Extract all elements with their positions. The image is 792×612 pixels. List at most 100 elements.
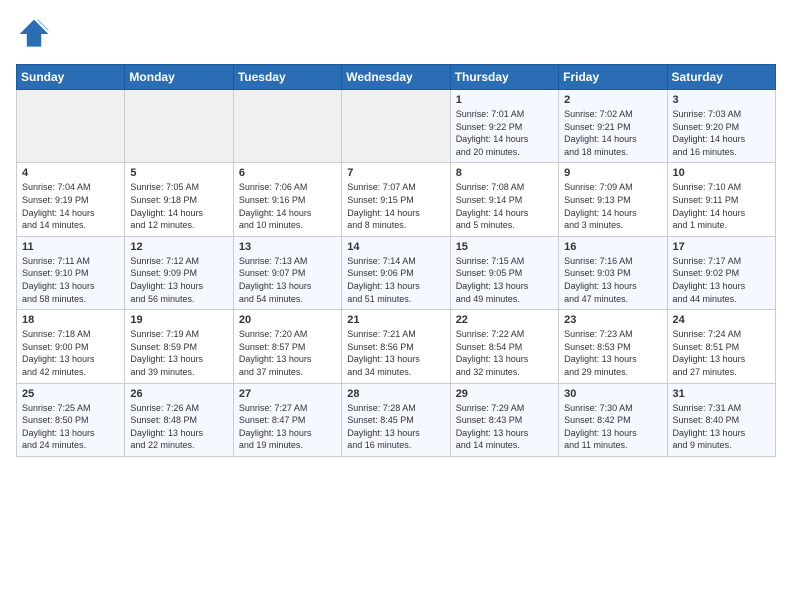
day-number: 16 [564, 241, 661, 253]
day-info: Sunrise: 7:22 AM Sunset: 8:54 PM Dayligh… [456, 328, 553, 378]
calendar-week-5: 25 Sunrise: 7:25 AM Sunset: 8:50 PM Dayli… [17, 383, 776, 456]
day-number: 7 [347, 167, 444, 179]
day-number: 9 [564, 167, 661, 179]
calendar-day: 5 Sunrise: 7:05 AM Sunset: 9:18 PM Daylig… [125, 163, 233, 236]
calendar-day [342, 90, 450, 163]
day-number: 19 [130, 314, 227, 326]
day-number: 13 [239, 241, 336, 253]
calendar-day: 2Sunrise: 7:02 AM Sunset: 9:21 PM Daylig… [559, 90, 667, 163]
calendar-day: 3 Sunrise: 7:03 AM Sunset: 9:20 PM Daylig… [667, 90, 775, 163]
day-number: 6 [239, 167, 336, 179]
calendar-day: 15Sunrise: 7:15 AM Sunset: 9:05 PM Dayli… [450, 236, 558, 309]
day-number: 1 [456, 94, 553, 106]
calendar-week-1: 1 Sunrise: 7:01 AM Sunset: 9:22 PM Daylig… [17, 90, 776, 163]
calendar-day: 30 Sunrise: 7:30 AM Sunset: 8:42 PM Dayli… [559, 383, 667, 456]
calendar-header-row: SundayMondayTuesdayWednesdayThursdayFrid… [17, 65, 776, 90]
page-header [16, 16, 776, 52]
day-info: Sunrise: 7:03 AM Sunset: 9:20 PM Dayligh… [673, 108, 770, 158]
calendar-day: 8 Sunrise: 7:08 AM Sunset: 9:14 PM Daylig… [450, 163, 558, 236]
logo [16, 16, 56, 52]
calendar-day: 4 Sunrise: 7:04 AM Sunset: 9:19 PM Daylig… [17, 163, 125, 236]
day-number: 24 [673, 314, 770, 326]
day-info: Sunrise: 7:07 AM Sunset: 9:15 PM Dayligh… [347, 181, 444, 231]
day-number: 4 [22, 167, 119, 179]
day-info: Sunrise: 7:27 AM Sunset: 8:47 PM Dayligh… [239, 402, 336, 452]
calendar-day: 14 Sunrise: 7:14 AM Sunset: 9:06 PM Dayli… [342, 236, 450, 309]
calendar-day: 28 Sunrise: 7:28 AM Sunset: 8:45 PM Dayli… [342, 383, 450, 456]
calendar-day: 23 Sunrise: 7:23 AM Sunset: 8:53 PM Dayli… [559, 310, 667, 383]
day-info: Sunrise: 7:05 AM Sunset: 9:18 PM Dayligh… [130, 181, 227, 231]
day-info: Sunrise: 7:19 AM Sunset: 8:59 PM Dayligh… [130, 328, 227, 378]
calendar-week-4: 18 Sunrise: 7:18 AM Sunset: 9:00 PM Dayli… [17, 310, 776, 383]
calendar-table: SundayMondayTuesdayWednesdayThursdayFrid… [16, 64, 776, 457]
day-number: 18 [22, 314, 119, 326]
day-info: Sunrise: 7:31 AM Sunset: 8:40 PM Dayligh… [673, 402, 770, 452]
day-header-sunday: Sunday [17, 65, 125, 90]
day-number: 8 [456, 167, 553, 179]
day-info: Sunrise: 7:14 AM Sunset: 9:06 PM Dayligh… [347, 255, 444, 305]
calendar-day: 26 Sunrise: 7:26 AM Sunset: 8:48 PM Dayli… [125, 383, 233, 456]
calendar-day: 17Sunrise: 7:17 AM Sunset: 9:02 PM Dayli… [667, 236, 775, 309]
calendar-week-3: 11Sunrise: 7:11 AM Sunset: 9:10 PM Dayli… [17, 236, 776, 309]
day-info: Sunrise: 7:26 AM Sunset: 8:48 PM Dayligh… [130, 402, 227, 452]
day-number: 17 [673, 241, 770, 253]
day-number: 23 [564, 314, 661, 326]
day-info: Sunrise: 7:16 AM Sunset: 9:03 PM Dayligh… [564, 255, 661, 305]
calendar-day: 21 Sunrise: 7:21 AM Sunset: 8:56 PM Dayli… [342, 310, 450, 383]
day-info: Sunrise: 7:24 AM Sunset: 8:51 PM Dayligh… [673, 328, 770, 378]
day-info: Sunrise: 7:09 AM Sunset: 9:13 PM Dayligh… [564, 181, 661, 231]
day-number: 14 [347, 241, 444, 253]
day-info: Sunrise: 7:06 AM Sunset: 9:16 PM Dayligh… [239, 181, 336, 231]
day-info: Sunrise: 7:29 AM Sunset: 8:43 PM Dayligh… [456, 402, 553, 452]
calendar-day: 13 Sunrise: 7:13 AM Sunset: 9:07 PM Dayli… [233, 236, 341, 309]
day-number: 10 [673, 167, 770, 179]
calendar-day [125, 90, 233, 163]
day-number: 21 [347, 314, 444, 326]
day-header-thursday: Thursday [450, 65, 558, 90]
day-number: 15 [456, 241, 553, 253]
day-number: 5 [130, 167, 227, 179]
day-info: Sunrise: 7:08 AM Sunset: 9:14 PM Dayligh… [456, 181, 553, 231]
calendar-day: 20 Sunrise: 7:20 AM Sunset: 8:57 PM Dayli… [233, 310, 341, 383]
calendar-day: 25 Sunrise: 7:25 AM Sunset: 8:50 PM Dayli… [17, 383, 125, 456]
calendar-day: 18 Sunrise: 7:18 AM Sunset: 9:00 PM Dayli… [17, 310, 125, 383]
day-number: 25 [22, 388, 119, 400]
day-info: Sunrise: 7:01 AM Sunset: 9:22 PM Dayligh… [456, 108, 553, 158]
day-header-wednesday: Wednesday [342, 65, 450, 90]
day-info: Sunrise: 7:11 AM Sunset: 9:10 PM Dayligh… [22, 255, 119, 305]
day-info: Sunrise: 7:21 AM Sunset: 8:56 PM Dayligh… [347, 328, 444, 378]
day-header-tuesday: Tuesday [233, 65, 341, 90]
calendar-day: 16 Sunrise: 7:16 AM Sunset: 9:03 PM Dayli… [559, 236, 667, 309]
day-info: Sunrise: 7:25 AM Sunset: 8:50 PM Dayligh… [22, 402, 119, 452]
calendar-day: 6 Sunrise: 7:06 AM Sunset: 9:16 PM Daylig… [233, 163, 341, 236]
calendar-day: 9 Sunrise: 7:09 AM Sunset: 9:13 PM Daylig… [559, 163, 667, 236]
calendar-day: 1 Sunrise: 7:01 AM Sunset: 9:22 PM Daylig… [450, 90, 558, 163]
calendar-day: 19 Sunrise: 7:19 AM Sunset: 8:59 PM Dayli… [125, 310, 233, 383]
day-info: Sunrise: 7:18 AM Sunset: 9:00 PM Dayligh… [22, 328, 119, 378]
day-info: Sunrise: 7:28 AM Sunset: 8:45 PM Dayligh… [347, 402, 444, 452]
day-header-friday: Friday [559, 65, 667, 90]
day-header-monday: Monday [125, 65, 233, 90]
day-info: Sunrise: 7:12 AM Sunset: 9:09 PM Dayligh… [130, 255, 227, 305]
calendar-day: 10 Sunrise: 7:10 AM Sunset: 9:11 PM Dayli… [667, 163, 775, 236]
day-header-saturday: Saturday [667, 65, 775, 90]
day-info: Sunrise: 7:20 AM Sunset: 8:57 PM Dayligh… [239, 328, 336, 378]
day-number: 29 [456, 388, 553, 400]
day-number: 20 [239, 314, 336, 326]
day-info: Sunrise: 7:23 AM Sunset: 8:53 PM Dayligh… [564, 328, 661, 378]
day-number: 26 [130, 388, 227, 400]
day-number: 3 [673, 94, 770, 106]
day-info: Sunrise: 7:10 AM Sunset: 9:11 PM Dayligh… [673, 181, 770, 231]
day-number: 22 [456, 314, 553, 326]
day-info: Sunrise: 7:30 AM Sunset: 8:42 PM Dayligh… [564, 402, 661, 452]
day-number: 12 [130, 241, 227, 253]
day-info: Sunrise: 7:13 AM Sunset: 9:07 PM Dayligh… [239, 255, 336, 305]
day-info: Sunrise: 7:02 AM Sunset: 9:21 PM Dayligh… [564, 108, 661, 158]
calendar-day: 7 Sunrise: 7:07 AM Sunset: 9:15 PM Daylig… [342, 163, 450, 236]
calendar-day: 22 Sunrise: 7:22 AM Sunset: 8:54 PM Dayli… [450, 310, 558, 383]
day-number: 28 [347, 388, 444, 400]
day-number: 31 [673, 388, 770, 400]
calendar-day: 12 Sunrise: 7:12 AM Sunset: 9:09 PM Dayli… [125, 236, 233, 309]
day-number: 30 [564, 388, 661, 400]
day-info: Sunrise: 7:04 AM Sunset: 9:19 PM Dayligh… [22, 181, 119, 231]
